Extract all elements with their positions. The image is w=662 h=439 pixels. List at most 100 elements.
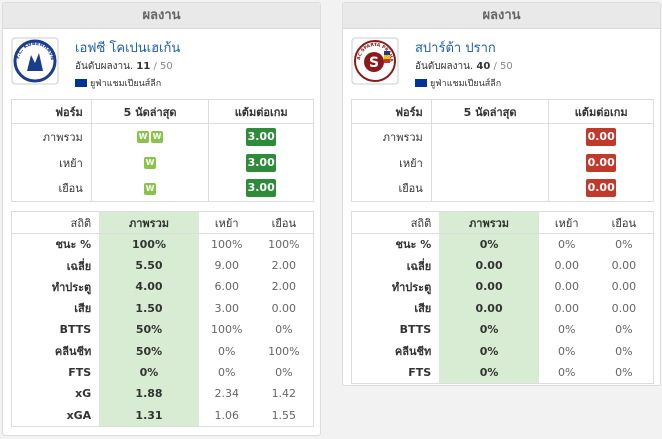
points-badge: 0.00: [586, 153, 617, 172]
stat-away: 2.00: [271, 280, 297, 294]
stat-overall: 100%: [99, 233, 199, 255]
points-badge: 3.00: [246, 127, 277, 146]
points-per-game: 3.00: [208, 123, 314, 150]
stat-overall: 0.00: [439, 297, 539, 320]
form-results: W: [90, 149, 209, 176]
sparta-praha-logo-icon: AC SPARTA PRAHA S: [351, 37, 399, 85]
stats-row-label: xGA: [66, 408, 92, 422]
stat-away: 0%: [615, 344, 633, 358]
team-rank: อันดับผลงาน. 11 / 50: [75, 59, 173, 74]
stats-header-overall: ภาพรวม: [439, 211, 539, 234]
stat-overall: 1.88: [99, 383, 199, 405]
form-row-label: เยือน: [11, 175, 92, 202]
win-badge[interactable]: W: [137, 131, 150, 144]
points-per-game: 3.00: [208, 149, 314, 176]
points-badge: 3.00: [246, 153, 277, 172]
stats-row: ทำประตู 4.00 6.00 2.00: [12, 276, 314, 298]
form-header-label: ฟอร์ม: [351, 99, 432, 124]
form-header-ppg: แต้มต่อเกม: [208, 99, 314, 124]
stats-row: เฉลี่ย 5.50 9.00 2.00: [12, 254, 314, 277]
stat-overall: 0.00: [439, 276, 539, 298]
stat-away: 0%: [615, 237, 633, 251]
eu-flag-icon: [415, 78, 427, 87]
points-per-game: 0.00: [548, 175, 654, 202]
form-header-ppg: แต้มต่อเกม: [548, 99, 654, 124]
form-header-label: ฟอร์ม: [11, 99, 92, 124]
stat-away: 100%: [268, 237, 300, 251]
stat-away: 0.00: [611, 280, 637, 294]
stat-away: 1.42: [271, 387, 297, 401]
form-row-label: เหย้า: [11, 149, 92, 176]
form-row-label: เหย้า: [351, 149, 432, 176]
win-badge[interactable]: W: [151, 131, 164, 144]
stat-overall: 1.50: [99, 297, 199, 320]
form-results: [430, 149, 549, 176]
stat-home: 0%: [217, 344, 236, 358]
stat-away: 0.00: [611, 301, 637, 315]
stats-header-away: เยือน: [594, 211, 654, 234]
stats-row-label: ชนะ %: [395, 238, 432, 252]
stat-away: 0.00: [611, 259, 637, 273]
points-per-game: 0.00: [548, 123, 654, 150]
stats-row-label: BTTS: [399, 323, 432, 337]
stat-home: 9.00: [214, 259, 239, 273]
stat-home: 100%: [210, 237, 243, 251]
form-header-last5: 5 นัดล่าสุด: [430, 99, 549, 124]
form-row: ภาพรวม 0.00: [351, 123, 654, 150]
rank-separator: /: [153, 61, 157, 72]
stat-home: 100%: [210, 323, 243, 337]
rank-total: 50: [160, 61, 173, 72]
rank-label: อันดับผลงาน.: [75, 61, 134, 72]
stats-row-label: ทำประตู: [51, 280, 92, 294]
stats-header-home: เหย้า: [538, 211, 595, 234]
league-name: ยูฟ่าแชมเปียนส์ลีก: [430, 79, 502, 89]
stats-row: FTS 0% 0% 0%: [352, 361, 654, 384]
stat-home: 0.00: [554, 301, 579, 315]
stat-overall: 0%: [439, 340, 539, 362]
form-row: ภาพรวม WW 3.00: [11, 123, 314, 150]
league-label: ยูฟ่าแชมเปียนส์ลีก: [415, 76, 501, 90]
stats-table: สถิติ ภาพรวม เหย้า เยือน ชนะ % 0% 0% 0% เฉลี…: [351, 211, 654, 384]
stat-home: 0.00: [554, 259, 579, 273]
stat-away: 0.00: [271, 301, 297, 315]
stats-row: เสีย 0.00 0.00 0.00: [352, 297, 654, 320]
team-name-link[interactable]: เอฟซี โคเปนเฮเก้น: [75, 37, 180, 58]
stat-overall: 5.50: [99, 254, 199, 277]
points-badge: 3.00: [246, 179, 277, 198]
team-name-link[interactable]: สปาร์ต้า ปราก: [415, 37, 496, 58]
form-results: W: [90, 175, 209, 202]
stats-row: เสีย 1.50 3.00 0.00: [12, 297, 314, 320]
logo-letter: S: [369, 55, 379, 71]
stats-row-label: เสีย: [74, 302, 92, 316]
rank-label: อันดับผลงาน.: [415, 61, 474, 72]
stat-home: 6.00: [214, 280, 239, 294]
form-row: เหย้า 0.00: [351, 149, 654, 176]
stat-away: 0%: [615, 323, 633, 337]
stats-row: คลีนชีท 0% 0% 0%: [352, 340, 654, 362]
rank-separator: /: [493, 61, 497, 72]
panel-title: ผลงาน: [3, 3, 320, 29]
league-label: ยูฟ่าแชมเปียนส์ลีก: [75, 76, 161, 90]
stats-row-label: คลีนชีท: [394, 345, 432, 359]
stats-row: FTS 0% 0% 0%: [12, 361, 314, 384]
form-row-label: ภาพรวม: [351, 123, 432, 150]
win-badge[interactable]: W: [144, 182, 157, 195]
stats-row: เฉลี่ย 0.00 0.00 0.00: [352, 254, 654, 277]
stat-overall: 0%: [439, 319, 539, 341]
stats-row: BTTS 50% 100% 0%: [12, 319, 314, 341]
stats-row: xG 1.88 2.34 1.42: [12, 383, 314, 405]
form-row: เหย้า W 3.00: [11, 149, 314, 176]
stat-home: 1.06: [214, 408, 239, 422]
stat-home: 0%: [558, 344, 576, 358]
form-row: เยือน 0.00: [351, 175, 654, 202]
panel-title: ผลงาน: [343, 3, 660, 29]
points-badge: 0.00: [586, 179, 617, 198]
stats-row-label: xG: [75, 387, 92, 401]
stat-away: 100%: [268, 344, 300, 358]
stat-home: 0%: [558, 237, 576, 251]
stat-overall: 50%: [99, 340, 199, 362]
win-badge[interactable]: W: [144, 157, 157, 169]
points-per-game: 3.00: [208, 175, 314, 202]
stats-row: xGA 1.31 1.06 1.55: [12, 404, 314, 427]
stat-home: 0%: [217, 366, 236, 380]
